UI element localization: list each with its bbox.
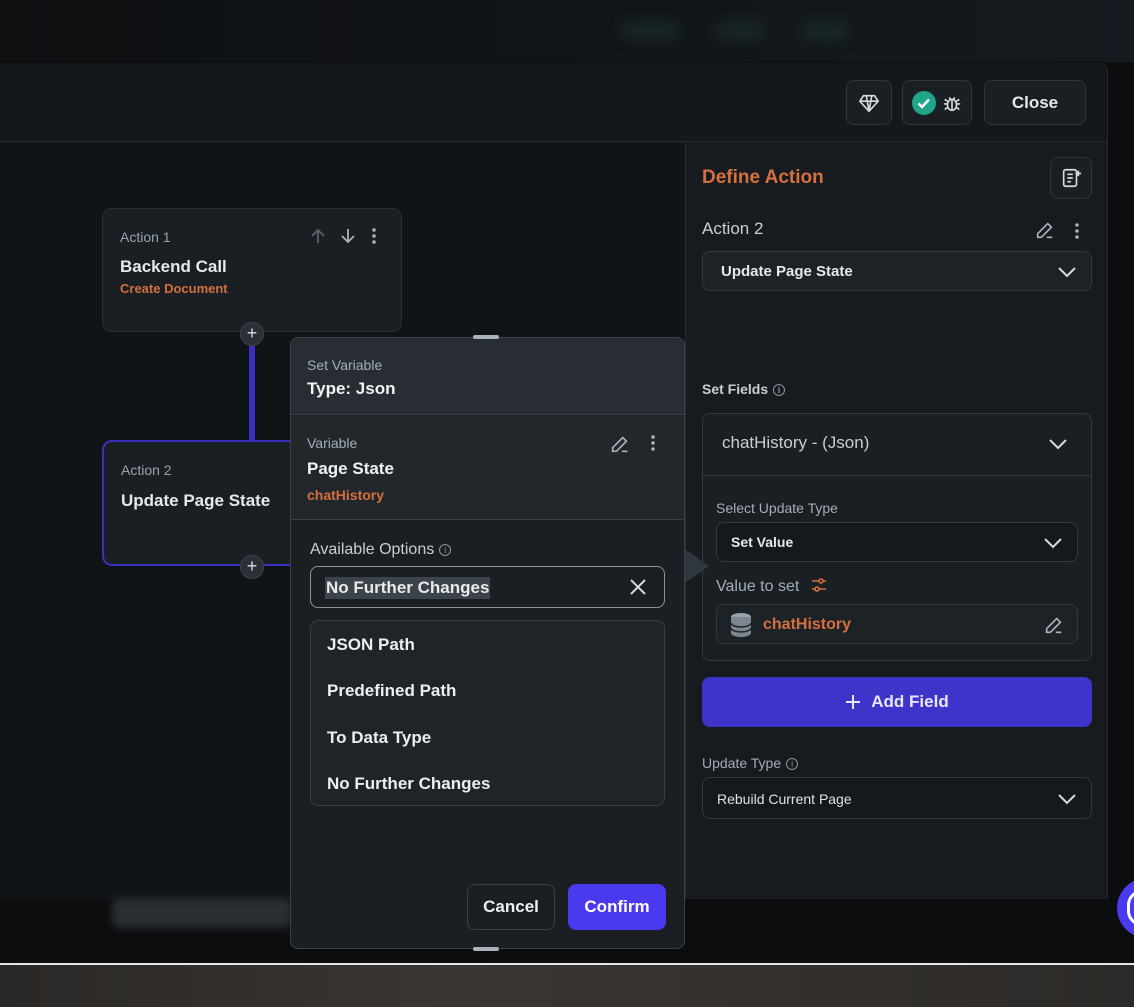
confirm-button[interactable]: Confirm [568, 884, 666, 930]
more-vertical-icon[interactable] [646, 433, 660, 453]
chevron-down-icon [1049, 439, 1067, 450]
add-field-label: Add Field [871, 692, 949, 711]
option-json-path[interactable]: JSON Path [327, 635, 415, 655]
action-node-1[interactable]: Action 1 Backend Call Create Document [102, 208, 402, 332]
info-icon: i [439, 544, 452, 556]
popup-head-type: Type: Json [307, 379, 396, 398]
option-predefined-path[interactable]: Predefined Path [327, 681, 456, 701]
bug-icon [943, 96, 961, 111]
select-update-type-label: Select Update Type [716, 500, 838, 516]
value-to-set-label: Value to set [716, 576, 828, 596]
blurred-item [800, 22, 850, 40]
close-icon[interactable] [629, 578, 647, 596]
gem-icon [858, 94, 880, 112]
blurred-item [620, 22, 680, 40]
update-type-dropdown[interactable]: Set Value [716, 522, 1078, 562]
notes-button[interactable] [1050, 157, 1092, 199]
add-field-button[interactable]: Add Field [702, 677, 1092, 727]
sliders-icon[interactable] [810, 576, 828, 594]
set-fields-label: Set Fields i [702, 381, 786, 397]
available-options-label: Available Options i [310, 541, 452, 559]
editor-header: Close [0, 63, 1108, 142]
gem-button[interactable] [846, 80, 892, 125]
search-value: No Further Changes [325, 577, 491, 599]
node-title: Update Page State [121, 491, 271, 510]
variable-section: Variable Page State chatHistory [291, 416, 684, 520]
add-action-button[interactable]: + [240, 322, 264, 346]
popup-drag-handle[interactable] [473, 947, 499, 951]
action-type-value: Update Page State [721, 263, 853, 280]
add-action-button[interactable]: + [240, 555, 264, 579]
blurred-element [112, 898, 292, 928]
cancel-button[interactable]: Cancel [467, 884, 555, 930]
options-list: JSON Path Predefined Path To Data Type N… [310, 620, 665, 806]
field-selected-value: chatHistory - (Json) [722, 433, 870, 452]
node-title: Backend Call [120, 257, 227, 276]
close-button[interactable]: Close [984, 80, 1086, 125]
value-to-set-value: chatHistory [763, 616, 852, 633]
pencil-icon[interactable] [1034, 219, 1056, 241]
action-node-2[interactable]: Action 2 Update Page State [102, 440, 302, 566]
panel-title: Define Action [702, 167, 824, 188]
chevron-down-icon [1058, 267, 1076, 278]
blurred-item [715, 22, 765, 40]
check-circle-icon [912, 90, 936, 115]
more-vertical-icon[interactable] [367, 227, 381, 245]
database-icon [730, 613, 752, 637]
pencil-icon[interactable] [1043, 614, 1065, 636]
option-to-data-type[interactable]: To Data Type [327, 728, 431, 748]
variable-name: chatHistory [307, 487, 385, 503]
action-type-dropdown[interactable]: Update Page State [702, 251, 1092, 291]
field-card: chatHistory - (Json) Select Update Type … [702, 413, 1092, 661]
node-subtitle: Create Document [120, 281, 228, 296]
popup-header: Set Variable Type: Json [291, 338, 684, 415]
arrow-up-icon[interactable] [309, 227, 327, 245]
flow-connector [249, 346, 255, 440]
options-search-input[interactable]: No Further Changes [310, 566, 665, 608]
app-top-bar [0, 0, 1134, 62]
node-label: Action 1 [120, 229, 171, 245]
notes-icon [1062, 168, 1082, 188]
node-label: Action 2 [121, 462, 172, 478]
popup-head-label: Set Variable [307, 357, 383, 373]
plus-icon [846, 695, 861, 709]
chevron-down-icon [1058, 794, 1076, 805]
popup-pointer [685, 549, 709, 583]
validate-debug-button[interactable] [902, 80, 972, 125]
update-type-label: Update Type i [702, 755, 799, 771]
option-no-further-changes[interactable]: No Further Changes [327, 774, 490, 794]
define-action-panel: Define Action Action 2 Update Page State… [685, 143, 1107, 899]
arrow-down-icon[interactable] [339, 227, 357, 245]
action-name: Action 2 [702, 219, 764, 238]
update-type-value: Set Value [731, 534, 794, 550]
pencil-icon[interactable] [609, 433, 631, 455]
value-to-set-field[interactable]: chatHistory [716, 604, 1078, 644]
set-variable-popup: Set Variable Type: Json Variable Page St… [290, 337, 685, 949]
info-icon: i [773, 384, 786, 396]
variable-source: Page State [307, 459, 394, 478]
bottom-strip [0, 963, 1134, 1007]
chevron-down-icon [1044, 538, 1062, 549]
info-icon: i [786, 758, 799, 770]
rebuild-dropdown[interactable]: Rebuild Current Page [702, 777, 1092, 819]
rebuild-value: Rebuild Current Page [717, 791, 852, 807]
variable-label: Variable [307, 435, 358, 451]
popup-drag-handle[interactable] [473, 335, 499, 339]
field-selector[interactable]: chatHistory - (Json) [703, 414, 1091, 476]
more-vertical-icon[interactable] [1070, 221, 1084, 241]
